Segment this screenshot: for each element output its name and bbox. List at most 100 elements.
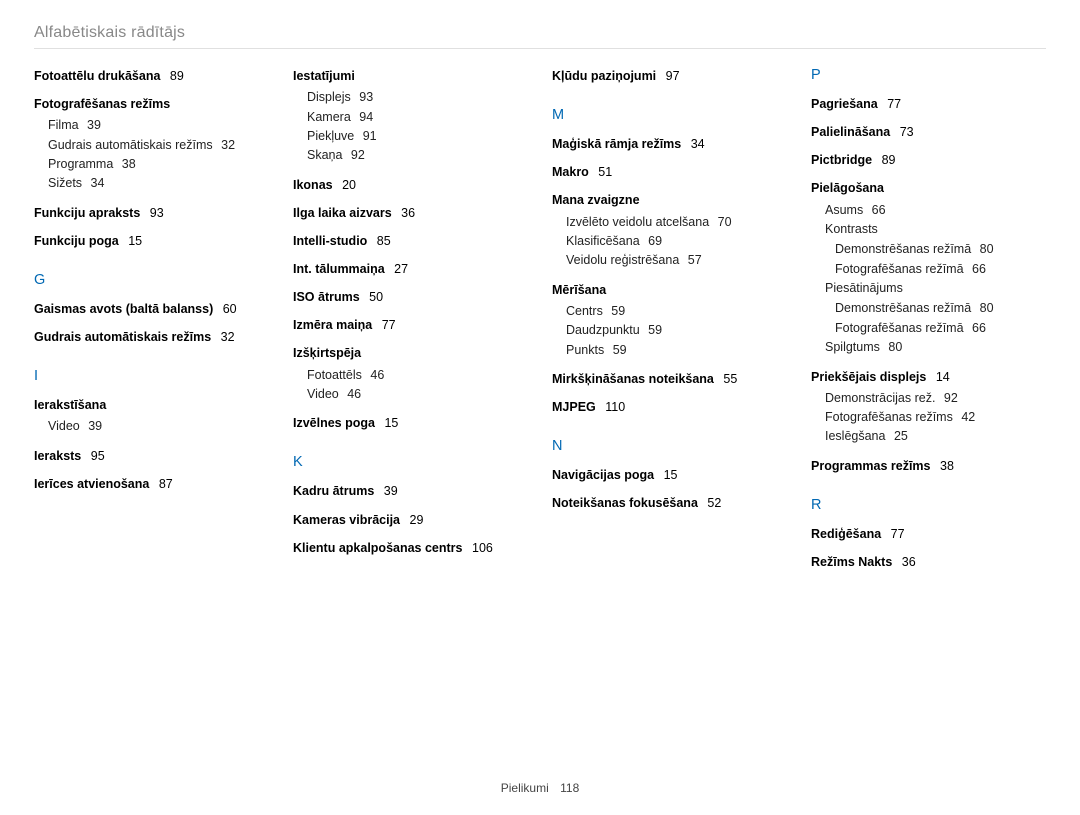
sub-page: 92 xyxy=(347,148,364,162)
sub-item: Asums 66 xyxy=(825,201,1046,220)
index-entry: IerakstīšanaVideo 39 xyxy=(34,396,269,437)
sub-page: 57 xyxy=(684,253,701,267)
sub-label: Displejs xyxy=(307,90,351,104)
index-entry: Fotoattēlu drukāšana 89 xyxy=(34,67,269,85)
entry-page: 27 xyxy=(391,262,408,276)
index-entry: Maģiskā rāmja režīms 34 xyxy=(552,135,787,153)
sub-label: Asums xyxy=(825,203,863,217)
footer-page-number: 118 xyxy=(560,781,579,795)
sub-label: Skaņa xyxy=(307,148,342,162)
sub-list: Izvēlēto veidolu atcelšana 70Klasificēša… xyxy=(566,213,787,271)
entry-title: Navigācijas poga xyxy=(552,468,654,482)
entry-page: 39 xyxy=(380,484,397,498)
sub-label: Ieslēgšana xyxy=(825,429,885,443)
sub-page: 42 xyxy=(958,410,975,424)
entry-title: Pagriešana xyxy=(811,97,878,111)
entry-title: Kameras vibrācija xyxy=(293,513,400,527)
sub-label: Daudzpunktu xyxy=(566,323,640,337)
sub-label: Izvēlēto veidolu atcelšana xyxy=(566,215,709,229)
index-entry: Kļūdu paziņojumi 97 xyxy=(552,67,787,85)
entry-page: 51 xyxy=(595,165,612,179)
entry-page: 38 xyxy=(937,459,954,473)
entry-title: Izšķirtspēja xyxy=(293,346,361,360)
section-letter: P xyxy=(811,67,1046,83)
sub-label: Piesātinājums xyxy=(825,281,903,295)
entry-title: Iestatījumi xyxy=(293,69,355,83)
index-column: Fotoattēlu drukāšana 89Fotografēšanas re… xyxy=(34,67,269,581)
entry-page: 77 xyxy=(887,527,904,541)
index-entry: Gaismas avots (baltā balanss) 60 xyxy=(34,300,269,318)
sub-label: Klasificēšana xyxy=(566,234,640,248)
sub-page: 91 xyxy=(359,129,376,143)
entry-page: 52 xyxy=(704,496,721,510)
entry-page: 95 xyxy=(87,449,104,463)
entry-title: Kadru ātrums xyxy=(293,484,374,498)
entry-title: ISO ātrums xyxy=(293,290,360,304)
entry-title: Makro xyxy=(552,165,589,179)
section-letter: K xyxy=(293,454,528,470)
sub-page: 80 xyxy=(885,340,902,354)
sub-page: 59 xyxy=(608,304,625,318)
index-entry: Funkciju apraksts 93 xyxy=(34,204,269,222)
sub-sub-item: Demonstrēšanas režīmā 80 xyxy=(835,299,1046,318)
entry-title: Ilga laika aizvars xyxy=(293,206,392,220)
index-entry: Funkciju poga 15 xyxy=(34,232,269,250)
entry-page: 15 xyxy=(125,234,142,248)
index-entry: Rediģēšana 77 xyxy=(811,525,1046,543)
sub-label: Centrs xyxy=(566,304,603,318)
sub-list: Asums 66 Kontrasts Demonstrēšanas režīmā 8… xyxy=(825,201,1046,358)
sub-page: 32 xyxy=(218,138,235,152)
entry-page: 36 xyxy=(398,206,415,220)
sub-page: 39 xyxy=(84,118,101,132)
sub-label: Fotografēšanas režīms xyxy=(825,410,953,424)
index-entry: Palielināšana 73 xyxy=(811,123,1046,141)
index-entry: Navigācijas poga 15 xyxy=(552,466,787,484)
entry-title: Klientu apkalpošanas centrs xyxy=(293,541,463,555)
sub-label: Video xyxy=(307,387,339,401)
document-page: Alfabētiskais rādītājs Fotoattēlu drukāš… xyxy=(0,0,1080,815)
entry-page: 15 xyxy=(660,468,677,482)
section-letter: R xyxy=(811,497,1046,513)
entry-title: Int. tālummaiņa xyxy=(293,262,385,276)
entry-title: Palielināšana xyxy=(811,125,890,139)
sub-item: Kamera 94 xyxy=(307,108,528,127)
index-entry: Ilga laika aizvars 36 xyxy=(293,204,528,222)
sub-page: 69 xyxy=(645,234,662,248)
entry-page: 55 xyxy=(720,372,737,386)
index-column: P Pagriešana 77 Palielināšana 73 Pictbridge… xyxy=(811,67,1046,581)
sub-item: Punkts 59 xyxy=(566,341,787,360)
sub-item: Ieslēgšana 25 xyxy=(825,427,1046,446)
section-letter: M xyxy=(552,107,787,123)
sub-label: Fotoattēls xyxy=(307,368,362,382)
sub-label: Kontrasts xyxy=(825,222,878,236)
entry-title: Ieraksts xyxy=(34,449,81,463)
index-entry: Mērīšana Centrs 59 Daudzpunktu 59 Punkts 59 xyxy=(552,281,787,360)
entry-title: Programmas režīms xyxy=(811,459,931,473)
sub-item: KontrastsDemonstrēšanas režīmā 80Fotogra… xyxy=(825,220,1046,279)
sub-label: Programma xyxy=(48,157,113,171)
entry-title: Režīms Nakts xyxy=(811,555,892,569)
entry-page: 77 xyxy=(378,318,395,332)
sub-sub-page: 80 xyxy=(976,301,993,315)
entry-page: 32 xyxy=(217,330,234,344)
sub-page: 93 xyxy=(356,90,373,104)
entry-page: 14 xyxy=(932,370,949,384)
index-entry: Pictbridge 89 xyxy=(811,151,1046,169)
sub-sub-item: Demonstrēšanas režīmā 80 xyxy=(835,240,1046,259)
index-entry: Makro 51 xyxy=(552,163,787,181)
entry-page: 77 xyxy=(884,97,901,111)
entry-title: Mērīšana xyxy=(552,283,606,297)
sub-item: Filma 39 xyxy=(48,116,269,135)
index-entry: Izmēra maiņa 77 xyxy=(293,316,528,334)
sub-list: Centrs 59 Daudzpunktu 59 Punkts 59 xyxy=(566,302,787,360)
sub-page: 34 xyxy=(87,176,104,190)
sub-label: Punkts xyxy=(566,343,604,357)
sub-item: PiesātinājumsDemonstrēšanas režīmā 80Fot… xyxy=(825,279,1046,338)
entry-page: 89 xyxy=(166,69,183,83)
entry-page: 106 xyxy=(469,541,493,555)
sub-item: Centrs 59 xyxy=(566,302,787,321)
section-letter: I xyxy=(34,368,269,384)
index-entry: MJPEG 110 xyxy=(552,398,787,416)
sub-page: 46 xyxy=(344,387,361,401)
entry-title: Pictbridge xyxy=(811,153,872,167)
